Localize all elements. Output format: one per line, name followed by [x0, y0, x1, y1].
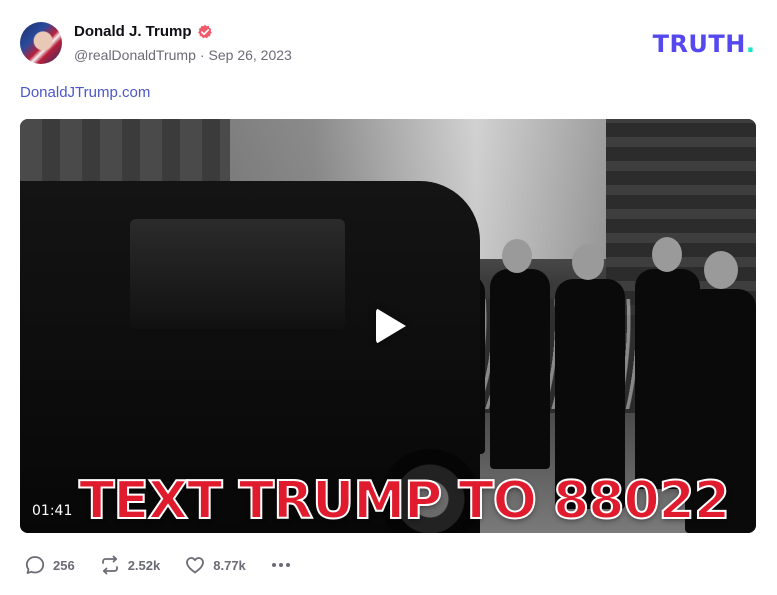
truth-logo[interactable]: TRUTH .: [653, 30, 755, 58]
reply-icon: [24, 554, 46, 576]
like-count: 8.77k: [213, 557, 246, 573]
post-date[interactable]: Sep 26, 2023: [209, 47, 292, 63]
logo-dot: .: [745, 30, 755, 58]
video-figure: [704, 251, 738, 289]
author-name[interactable]: Donald J. Trump: [74, 23, 192, 40]
video-figure: [652, 237, 682, 272]
play-button[interactable]: [348, 290, 428, 362]
post-actions: 256 2.52k 8.77k: [24, 554, 316, 576]
retruth-button[interactable]: 2.52k: [99, 554, 161, 576]
verified-badge-icon: [197, 24, 213, 40]
more-icon: [270, 554, 292, 576]
retruth-icon: [99, 554, 121, 576]
video-caption: TEXT TRUMP TO 88022: [78, 470, 731, 532]
play-icon: [376, 308, 406, 344]
video-vehicle-window: [130, 219, 345, 329]
retruth-count: 2.52k: [127, 557, 161, 573]
more-options-button[interactable]: [270, 554, 292, 576]
author-handle[interactable]: @realDonaldTrump: [74, 47, 196, 63]
video-player[interactable]: TEXT TRUMP TO 88022 01:41: [20, 119, 756, 533]
post-link[interactable]: DonaldJTrump.com: [20, 84, 150, 101]
like-icon: [184, 554, 206, 576]
reply-button[interactable]: 256: [24, 554, 75, 576]
like-button[interactable]: 8.77k: [184, 554, 246, 576]
post-author: Donald J. Trump @realDonaldTrump · Sep 2…: [74, 23, 292, 63]
avatar[interactable]: [20, 22, 62, 64]
video-figure: [502, 239, 532, 273]
logo-wordmark: TRUTH: [652, 30, 746, 58]
video-figure: [490, 269, 550, 469]
video-figure: [572, 244, 604, 280]
meta-separator: ·: [199, 47, 205, 63]
reply-count: 256: [53, 557, 75, 573]
video-duration: 01:41: [32, 503, 73, 519]
